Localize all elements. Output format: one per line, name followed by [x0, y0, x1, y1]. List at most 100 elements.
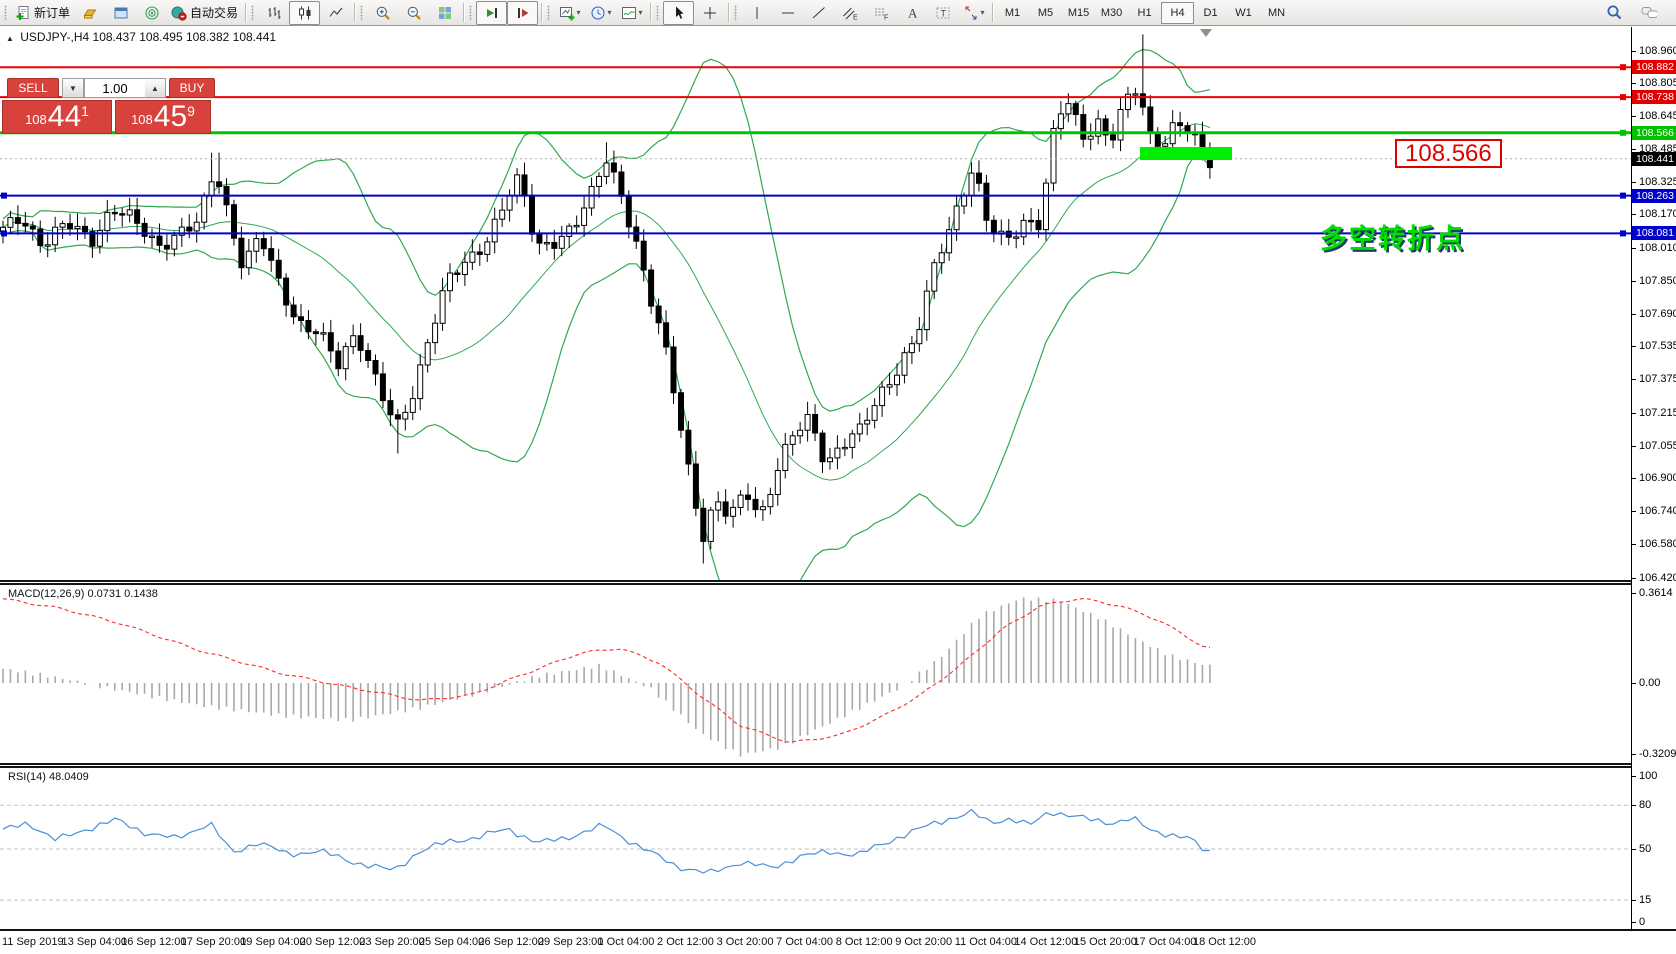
svg-text:F: F [884, 14, 888, 21]
arrows-icon [963, 5, 979, 21]
line-chart-button[interactable] [320, 1, 351, 25]
panel-resize-separator[interactable] [0, 580, 1676, 585]
time-label: 16 Sep 12:00 [121, 936, 186, 948]
dropdown-caret-icon[interactable]: ▾ [608, 8, 612, 17]
time-label: 19 Sep 04:00 [240, 936, 305, 948]
scale-label: 108.010 [1639, 242, 1676, 254]
time-label: 29 Sep 23:00 [538, 936, 603, 948]
buy-price-box[interactable]: 108 45 9 [115, 100, 211, 134]
fibonacci-button[interactable]: F [865, 1, 896, 25]
chat-button[interactable] [1633, 1, 1664, 25]
macd-panel[interactable]: MACD(12,26,9) 0.0731 0.1438 [0, 585, 1631, 763]
scale-tick [1632, 116, 1636, 117]
channel-button[interactable]: E [834, 1, 865, 25]
candlestick-chart[interactable] [0, 27, 1631, 580]
new-order-button[interactable]: 新订单 [11, 1, 74, 25]
bar-chart-button[interactable] [258, 1, 289, 25]
timeframe-m1[interactable]: M1 [996, 2, 1029, 24]
metaeditor-button[interactable] [74, 1, 105, 25]
volume-increase-button[interactable]: ▲ [145, 78, 166, 98]
toolbar-separator [541, 3, 542, 22]
sell-button[interactable]: SELL [7, 78, 59, 98]
scale-label: -0.3209 [1639, 748, 1676, 760]
time-axis[interactable]: 11 Sep 201913 Sep 04:0016 Sep 12:0017 Se… [0, 931, 1676, 954]
text-button[interactable]: A [896, 1, 927, 25]
templates-icon [621, 5, 637, 21]
timeframe-w1[interactable]: W1 [1227, 2, 1260, 24]
volume-decrease-button[interactable]: ▼ [62, 78, 84, 98]
scale-tick [1632, 754, 1636, 755]
scale-label: 106.420 [1639, 572, 1676, 584]
time-label: 26 Sep 12:00 [478, 936, 543, 948]
toolbar-grip [547, 5, 550, 21]
vertical-line-button[interactable] [741, 1, 772, 25]
dropdown-caret-icon[interactable]: ▾ [639, 8, 643, 17]
scale-tick [1632, 149, 1636, 150]
panel-resize-separator[interactable] [0, 763, 1676, 768]
tile-windows-button[interactable] [429, 1, 460, 25]
scale-tick [1632, 248, 1636, 249]
time-label: 1 Oct 04:00 [598, 936, 655, 948]
scale-tick [1632, 83, 1636, 84]
horizontal-line-icon [780, 5, 796, 21]
buy-button[interactable]: BUY [169, 78, 215, 98]
crosshair-button[interactable] [694, 1, 725, 25]
chart-shift-button[interactable] [507, 1, 538, 25]
highlight-rectangle[interactable] [1140, 147, 1232, 160]
timeframe-mn[interactable]: MN [1260, 2, 1293, 24]
time-label: 23 Sep 20:00 [359, 936, 424, 948]
toolbar-separator [463, 3, 464, 22]
auto-scroll-button[interactable] [476, 1, 507, 25]
templates-button[interactable]: ▾ [616, 1, 647, 25]
search-button[interactable] [1598, 1, 1629, 25]
price-badge-108.882: 108.882 [1632, 60, 1676, 74]
volume-input[interactable] [84, 78, 145, 98]
new-chart-button[interactable]: ▾ [554, 1, 585, 25]
price-axis[interactable]: 108.960108.805108.645108.485108.325108.1… [1632, 27, 1676, 929]
timeframe-d1[interactable]: D1 [1194, 2, 1227, 24]
toolbar-right [1598, 1, 1674, 25]
timeframe-m30[interactable]: M30 [1095, 2, 1128, 24]
dropdown-caret-icon[interactable]: ▾ [981, 8, 985, 17]
dropdown-caret-icon[interactable]: ▾ [577, 8, 581, 17]
periods-icon [590, 5, 606, 21]
zoom-out-button[interactable] [398, 1, 429, 25]
periods-button[interactable]: ▾ [585, 1, 616, 25]
price-level-label[interactable]: 108.566 [1395, 139, 1502, 168]
vertical-line-icon [749, 5, 765, 21]
fibonacci-icon: F [873, 5, 889, 21]
text-icon: A [904, 5, 920, 21]
tile-windows-icon [437, 5, 453, 21]
toolbar-grip [734, 5, 737, 21]
data-window-button[interactable] [105, 1, 136, 25]
sell-price-box[interactable]: 108 44 1 [2, 100, 112, 134]
autotrading-button[interactable]: 自动交易 [167, 1, 242, 25]
zoom-in-button[interactable] [367, 1, 398, 25]
chat-icon [1641, 5, 1657, 21]
timeframe-h1[interactable]: H1 [1128, 2, 1161, 24]
time-label: 17 Oct 04:00 [1133, 936, 1196, 948]
trade-panel-collapse-icon[interactable]: ▲ [6, 34, 14, 43]
text-label-button[interactable]: T [927, 1, 958, 25]
timeframe-m15[interactable]: M15 [1062, 2, 1095, 24]
timeframe-h4[interactable]: H4 [1161, 2, 1194, 24]
main-chart-panel[interactable]: ▲ USDJPY-,H4 108.437 108.495 108.382 108… [0, 27, 1631, 580]
toolbar-grip [469, 5, 472, 21]
cursor-button[interactable] [663, 1, 694, 25]
time-label: 11 Sep 2019 [2, 936, 64, 948]
trendline-button[interactable] [803, 1, 834, 25]
scale-tick [1632, 446, 1636, 447]
horizontal-line-button[interactable] [772, 1, 803, 25]
candlestick-button[interactable] [289, 1, 320, 25]
toolbar-separator [354, 3, 355, 22]
arrows-button[interactable]: ▾ [958, 1, 989, 25]
price-badge-108.566: 108.566 [1632, 126, 1676, 140]
strategy-tester-button[interactable] [136, 1, 167, 25]
scale-tick [1632, 478, 1636, 479]
toolbar-separator [728, 3, 729, 22]
rsi-panel[interactable]: RSI(14) 48.0409 [0, 768, 1631, 929]
chinese-annotation[interactable]: 多空转折点 [1320, 217, 1465, 256]
cursor-icon [671, 5, 687, 21]
strategy-tester-icon [144, 5, 160, 21]
timeframe-m5[interactable]: M5 [1029, 2, 1062, 24]
